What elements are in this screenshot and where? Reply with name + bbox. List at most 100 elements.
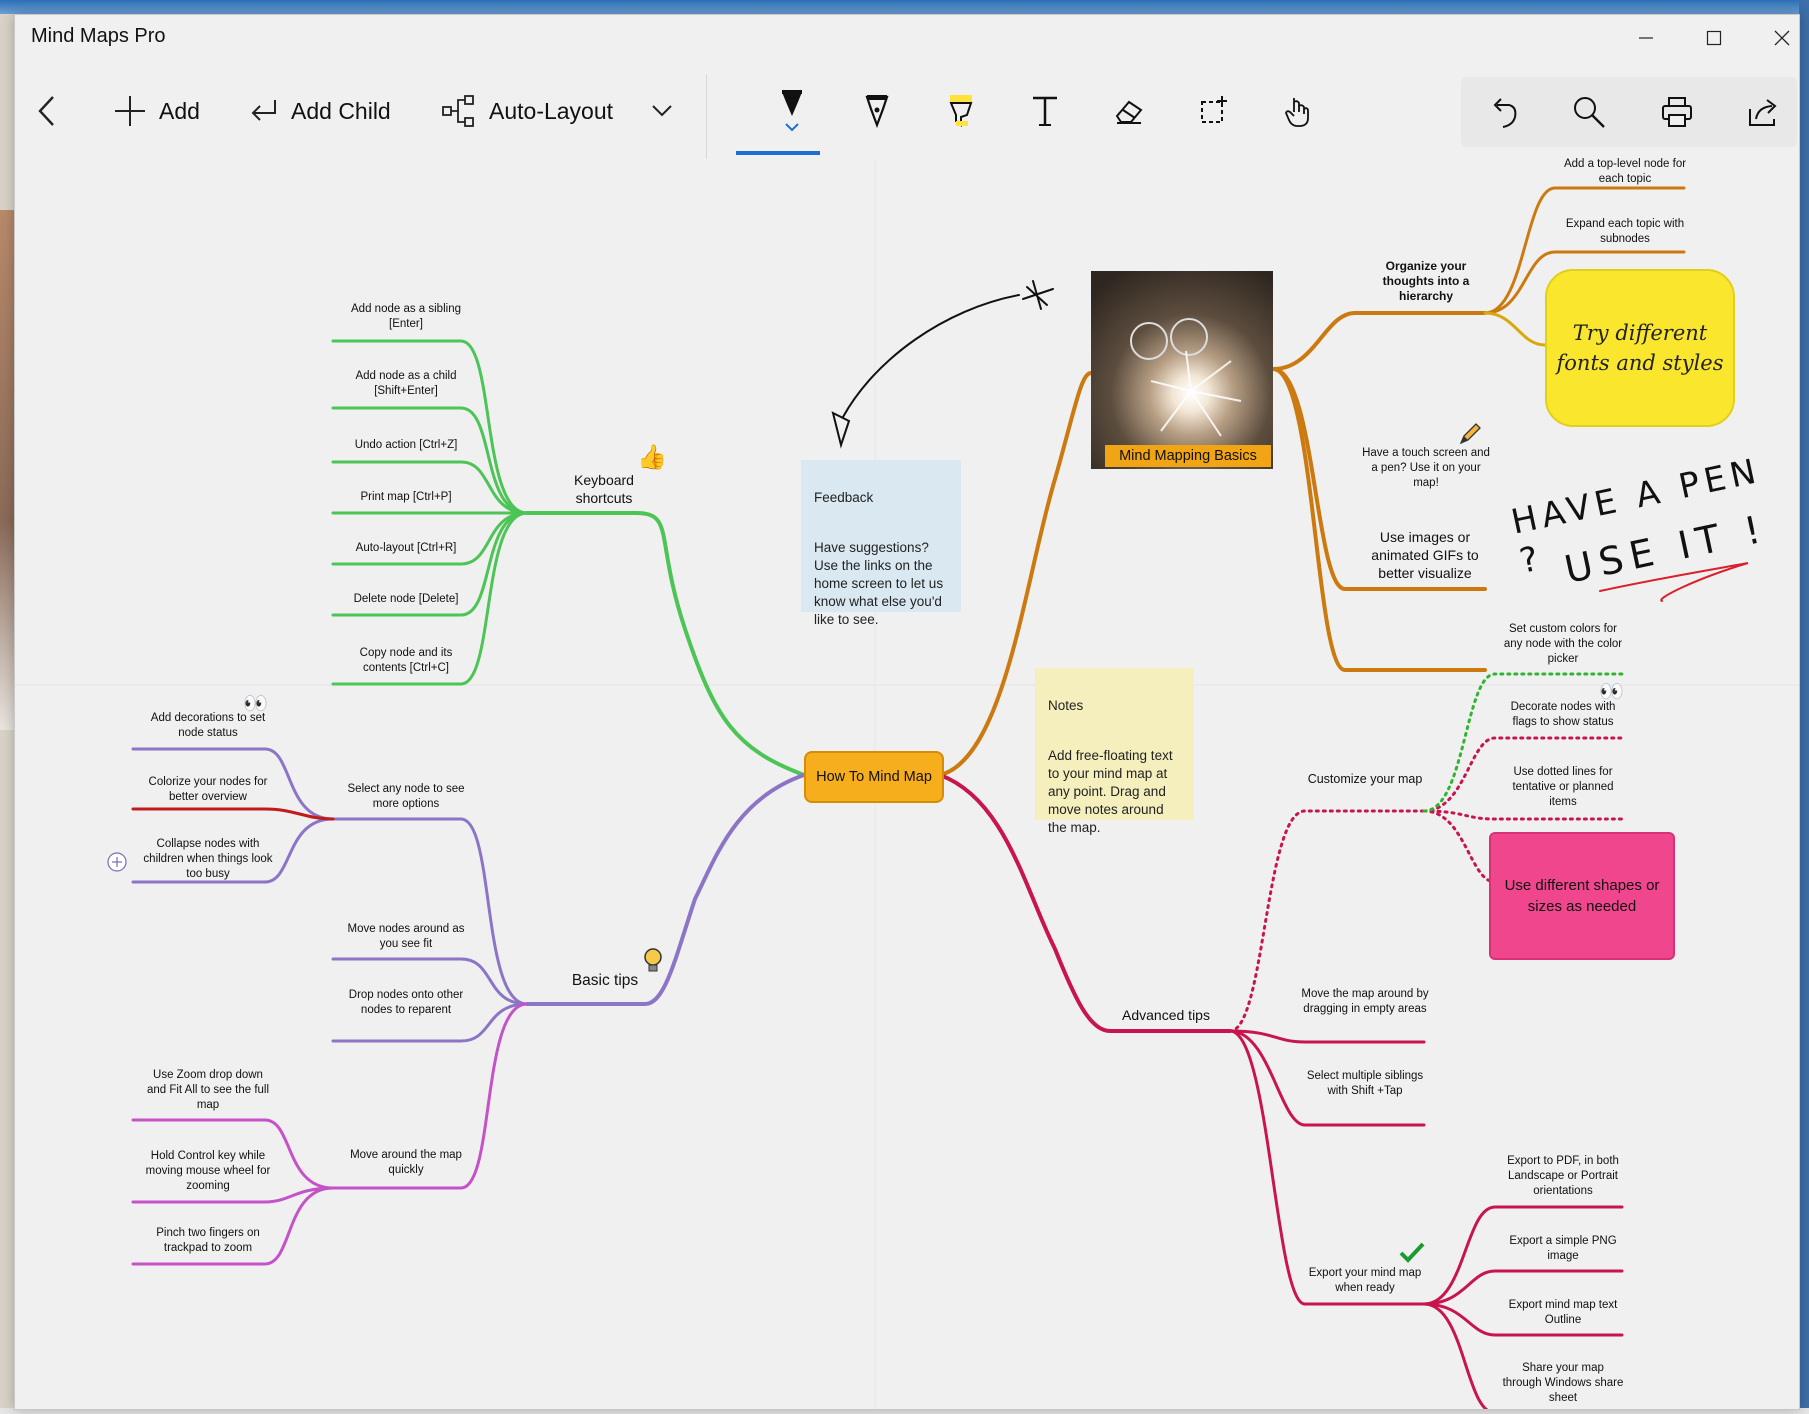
node-move-map-2[interactable]: Pinch two fingers on trackpad to zoom xyxy=(143,1226,273,1256)
node-advanced-tips[interactable]: Advanced tips xyxy=(1111,1006,1221,1024)
node-shapes-sizes[interactable]: Use different shapes or sizes as needed xyxy=(1489,832,1675,960)
lasso-select-tool[interactable] xyxy=(1177,85,1249,137)
print-icon xyxy=(1662,97,1692,127)
eraser-tool[interactable] xyxy=(1093,85,1165,137)
toolbar: Add Add Child Auto-Layout xyxy=(15,63,1799,159)
node-export[interactable]: Export your mind map when ready xyxy=(1301,1266,1429,1296)
thumbs-up-icon: 👍 xyxy=(637,444,667,471)
mind-map-canvas[interactable]: How To Mind Map Keyboard shortcuts 👍 Add… xyxy=(15,157,1799,1409)
node-export-0[interactable]: Export to PDF, in both Landscape or Port… xyxy=(1501,1154,1625,1199)
node-keyboard-2[interactable]: Undo action [Ctrl+Z] xyxy=(341,438,471,453)
undo-icon xyxy=(1493,98,1517,128)
node-move-map-0[interactable]: Use Zoom drop down and Fit All to see th… xyxy=(143,1068,273,1113)
maximize-icon xyxy=(1706,30,1722,46)
node-customize-1[interactable]: Decorate nodes with flags to show status xyxy=(1501,700,1625,730)
actions-group xyxy=(1461,77,1797,147)
add-child-button[interactable]: Add Child xyxy=(249,85,391,137)
node-organize-1[interactable]: Expand each topic with subnodes xyxy=(1555,217,1695,247)
share-icon xyxy=(1749,99,1777,126)
node-images[interactable]: Use images or animated GIFs to better vi… xyxy=(1355,528,1495,582)
mind-mapping-basics-image-node[interactable]: Mind Mapping Basics xyxy=(1091,271,1273,469)
layout-dropdown-button[interactable] xyxy=(650,85,674,137)
back-arrow-icon xyxy=(38,96,54,126)
fountain-pen-icon xyxy=(865,95,889,129)
feedback-note[interactable]: Feedback Have suggestions? Use the links… xyxy=(801,460,961,627)
search-button[interactable] xyxy=(1559,87,1619,137)
notes-note[interactable]: Notes Add free-floating text to your min… xyxy=(1035,668,1194,835)
auto-layout-button[interactable]: Auto-Layout xyxy=(441,85,613,137)
lasso-select-icon xyxy=(1201,96,1227,123)
feedback-note-body: Have suggestions? Use the links on the h… xyxy=(814,540,944,627)
toolbar-separator xyxy=(706,75,707,159)
chevron-down-icon xyxy=(652,105,672,117)
eraser-icon xyxy=(1115,100,1143,124)
node-select-1[interactable]: Colorize your nodes for better overview xyxy=(143,775,273,805)
maximize-button[interactable] xyxy=(1680,15,1748,61)
print-button[interactable] xyxy=(1647,87,1707,137)
node-export-1[interactable]: Export a simple PNG image xyxy=(1501,1234,1625,1264)
minimize-icon xyxy=(1639,37,1653,39)
node-keyboard-5[interactable]: Delete node [Delete] xyxy=(341,592,471,607)
close-button[interactable] xyxy=(1748,15,1799,61)
lightbulb-icon xyxy=(641,947,665,980)
eyes-icon: 👀 xyxy=(1599,681,1624,703)
hand-pointer-icon xyxy=(1285,98,1309,127)
node-select-2[interactable]: Collapse nodes with children when things… xyxy=(143,837,273,882)
plus-circle-icon xyxy=(107,852,127,872)
node-export-3[interactable]: Share your map through Windows share she… xyxy=(1501,1361,1625,1406)
node-select-multiple[interactable]: Select multiple siblings with Shift +Tap xyxy=(1301,1069,1429,1099)
node-move-nodes[interactable]: Move nodes around as you see fit xyxy=(341,922,471,952)
highlighter-icon xyxy=(949,95,973,128)
plus-icon xyxy=(115,96,145,126)
return-arrow-icon xyxy=(251,100,276,121)
node-keyboard-0[interactable]: Add node as a sibling [Enter] xyxy=(341,302,471,332)
node-keyboard-1[interactable]: Add node as a child [Shift+Enter] xyxy=(341,369,471,399)
close-icon xyxy=(1774,30,1790,46)
node-organize-0[interactable]: Add a top-level node for each topic xyxy=(1555,157,1695,187)
node-fonts-styles[interactable]: Try different fonts and styles xyxy=(1545,269,1735,427)
app-title: Mind Maps Pro xyxy=(31,25,166,47)
expand-node-button[interactable] xyxy=(107,852,127,872)
calligraphy-pen-tool[interactable] xyxy=(841,85,913,137)
ballpoint-pen-tool[interactable] xyxy=(756,85,828,137)
node-keyboard-4[interactable]: Auto-layout [Ctrl+R] xyxy=(341,541,471,556)
node-move-map-quickly[interactable]: Move around the map quickly xyxy=(341,1148,471,1178)
node-organize[interactable]: Organize your thoughts into a hierarchy xyxy=(1361,259,1491,304)
node-drop-nodes[interactable]: Drop nodes onto other nodes to reparent xyxy=(341,988,471,1018)
highlighter-tool[interactable] xyxy=(925,85,997,137)
node-export-2[interactable]: Export mind map text Outline xyxy=(1501,1298,1625,1328)
node-pen[interactable]: Have a touch screen and a pen? Use it on… xyxy=(1361,446,1491,491)
node-keyboard-3[interactable]: Print map [Ctrl+P] xyxy=(341,490,471,505)
desktop-background-right xyxy=(1799,0,1809,1414)
node-customize[interactable]: Customize your map xyxy=(1301,771,1429,787)
active-tool-indicator xyxy=(736,151,820,155)
node-keyboard-shortcuts[interactable]: Keyboard shortcuts xyxy=(549,471,659,507)
title-bar: Mind Maps Pro xyxy=(15,15,1799,61)
desktop-background xyxy=(0,210,14,730)
add-label: Add xyxy=(159,97,200,124)
add-child-label: Add Child xyxy=(291,97,391,124)
share-button[interactable] xyxy=(1733,87,1793,137)
text-T-icon xyxy=(1033,96,1057,126)
mind-mapping-basics-label: Mind Mapping Basics xyxy=(1105,445,1271,467)
node-customize-2[interactable]: Use dotted lines for tentative or planne… xyxy=(1501,765,1625,810)
node-move-map-1[interactable]: Hold Control key while moving mouse whee… xyxy=(143,1149,273,1194)
share-nodes-icon xyxy=(442,95,474,127)
text-tool[interactable] xyxy=(1009,85,1081,137)
app-window: Mind Maps Pro Add Add Child Auto-Layout … xyxy=(14,14,1800,1410)
notes-note-title: Notes xyxy=(1048,698,1084,713)
notes-note-body: Add free-floating text to your mind map … xyxy=(1048,748,1173,835)
undo-button[interactable] xyxy=(1473,87,1533,137)
back-button[interactable] xyxy=(35,85,61,137)
minimize-button[interactable] xyxy=(1612,15,1680,61)
feedback-note-title: Feedback xyxy=(814,490,874,505)
auto-layout-label: Auto-Layout xyxy=(489,97,614,124)
add-button[interactable]: Add xyxy=(113,85,200,137)
touch-writing-tool[interactable] xyxy=(1261,85,1333,137)
node-keyboard-6[interactable]: Copy node and its contents [Ctrl+C] xyxy=(341,646,471,676)
eyes-icon: 👀 xyxy=(243,693,268,715)
node-select-options[interactable]: Select any node to see more options xyxy=(341,782,471,812)
central-node[interactable]: How To Mind Map xyxy=(804,751,944,803)
node-customize-0[interactable]: Set custom colors for any node with the … xyxy=(1501,622,1625,667)
node-move-the-map[interactable]: Move the map around by dragging in empty… xyxy=(1301,987,1429,1017)
